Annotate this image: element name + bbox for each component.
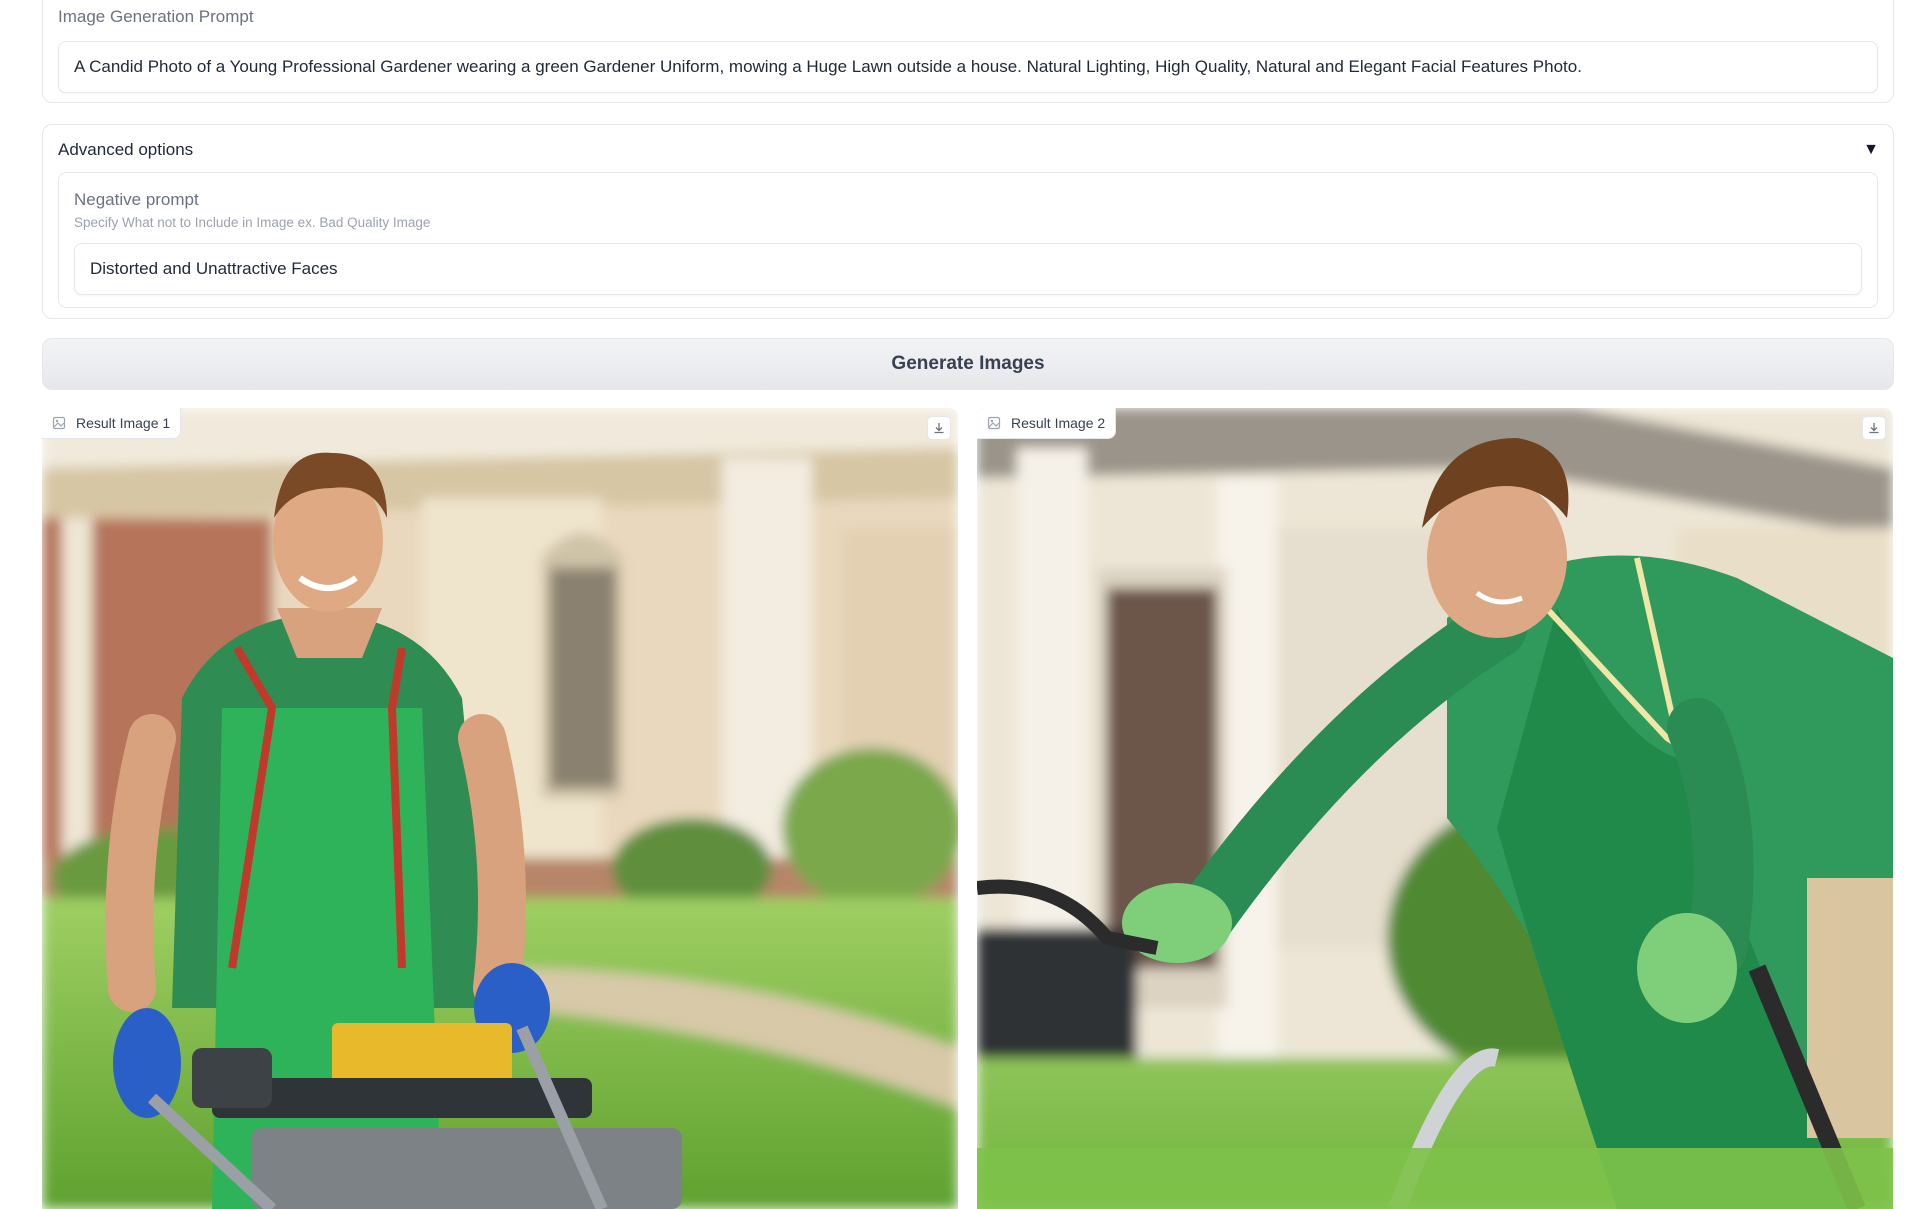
download-button[interactable]: [927, 416, 951, 440]
negative-prompt-input-text: Distorted and Unattractive Faces: [90, 259, 338, 278]
download-button[interactable]: [1862, 416, 1886, 440]
result-image-2-label-text: Result Image 2: [1011, 415, 1106, 431]
result-image-2-label: Result Image 2: [977, 408, 1117, 439]
negative-prompt-label: Negative prompt: [74, 190, 199, 209]
result-image-1-photo: [42, 408, 958, 1209]
prompt-panel: Image Generation Prompt A Candid Photo o…: [42, 0, 1894, 103]
prompt-input[interactable]: A Candid Photo of a Young Professional G…: [58, 41, 1878, 93]
generate-images-button[interactable]: Generate Images: [42, 338, 1894, 390]
image-icon: [987, 416, 1001, 430]
result-image-2-photo: [977, 408, 1893, 1209]
chevron-down-icon: ▼: [1863, 141, 1879, 158]
result-image-1-label-text: Result Image 1: [76, 415, 171, 431]
result-image-1-label: Result Image 1: [42, 408, 182, 439]
negative-prompt-input[interactable]: Distorted and Unattractive Faces: [74, 243, 1862, 295]
prompt-label: Image Generation Prompt: [58, 7, 254, 26]
advanced-options-toggle[interactable]: Advanced options ▼: [43, 125, 1893, 175]
prompt-input-text: A Candid Photo of a Young Professional G…: [74, 57, 1582, 76]
negative-prompt-block: Negative prompt Specify What not to Incl…: [58, 172, 1878, 308]
result-image-1: Result Image 1: [42, 408, 958, 1209]
result-image-2: Result Image 2: [977, 408, 1893, 1209]
download-icon: [934, 423, 944, 434]
image-icon: [52, 416, 66, 430]
advanced-options-title: Advanced options: [58, 140, 194, 159]
advanced-options-accordion: Advanced options ▼ Negative prompt Speci…: [42, 124, 1894, 319]
negative-prompt-info: Specify What not to Include in Image ex.…: [74, 215, 431, 230]
download-icon: [1869, 423, 1879, 434]
